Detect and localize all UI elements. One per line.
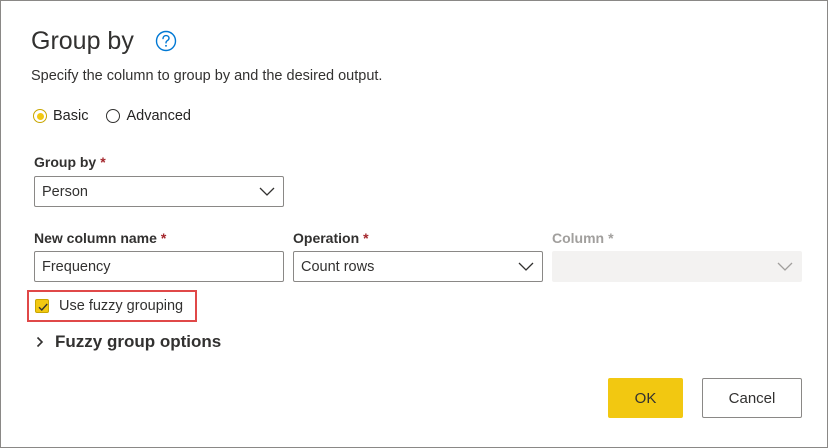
chevron-down-icon (259, 187, 275, 196)
radio-basic[interactable]: Basic (33, 108, 88, 124)
operation-label: Operation * (293, 230, 369, 246)
fuzzy-group-options-label: Fuzzy group options (55, 332, 222, 351)
ok-button[interactable]: OK (608, 378, 683, 418)
column-select (552, 251, 802, 282)
cancel-button[interactable]: Cancel (702, 378, 802, 418)
new-column-label-text: New column name (34, 230, 157, 246)
group-by-label: Group by * (34, 154, 106, 170)
operation-select[interactable]: Count rows (293, 251, 543, 282)
required-marker: * (100, 154, 106, 170)
radio-basic-label: Basic (53, 108, 89, 124)
chevron-down-icon (777, 262, 793, 271)
chevron-down-icon (518, 262, 534, 271)
required-marker: * (363, 230, 369, 246)
required-marker: * (160, 230, 167, 246)
radio-advanced-label: Advanced (126, 108, 191, 124)
group-by-dialog: Group by Specify the column to group by … (0, 0, 828, 448)
dialog-title: Group by (31, 27, 134, 55)
dialog-subtitle: Specify the column to group by and the d… (31, 68, 383, 84)
group-by-value: Person (42, 183, 88, 200)
use-fuzzy-grouping-checkbox[interactable]: Use fuzzy grouping (27, 290, 197, 322)
group-by-select[interactable]: Person (34, 176, 284, 207)
new-column-name-value: Frequency (42, 258, 111, 275)
column-label: Column * (552, 230, 614, 246)
column-label-text: Column (552, 230, 605, 246)
checkbox-checked-icon[interactable] (35, 299, 49, 313)
new-column-name-input[interactable]: Frequency (34, 251, 284, 282)
operation-value: Count rows (301, 258, 375, 275)
radio-advanced-indicator[interactable] (106, 109, 121, 123)
radio-advanced[interactable]: Advanced (106, 108, 191, 124)
new-column-label: New column name * (34, 230, 166, 246)
chevron-right-icon (36, 336, 44, 348)
required-marker: * (608, 230, 614, 246)
use-fuzzy-grouping-label: Use fuzzy grouping (59, 298, 184, 314)
help-icon[interactable] (155, 30, 177, 52)
fuzzy-group-options-expander[interactable]: Fuzzy group options (35, 332, 221, 352)
group-by-label-text: Group by (34, 154, 97, 170)
mode-radio-group: Basic Advanced (33, 108, 209, 124)
operation-label-text: Operation (293, 230, 360, 246)
radio-basic-indicator[interactable] (33, 109, 47, 123)
